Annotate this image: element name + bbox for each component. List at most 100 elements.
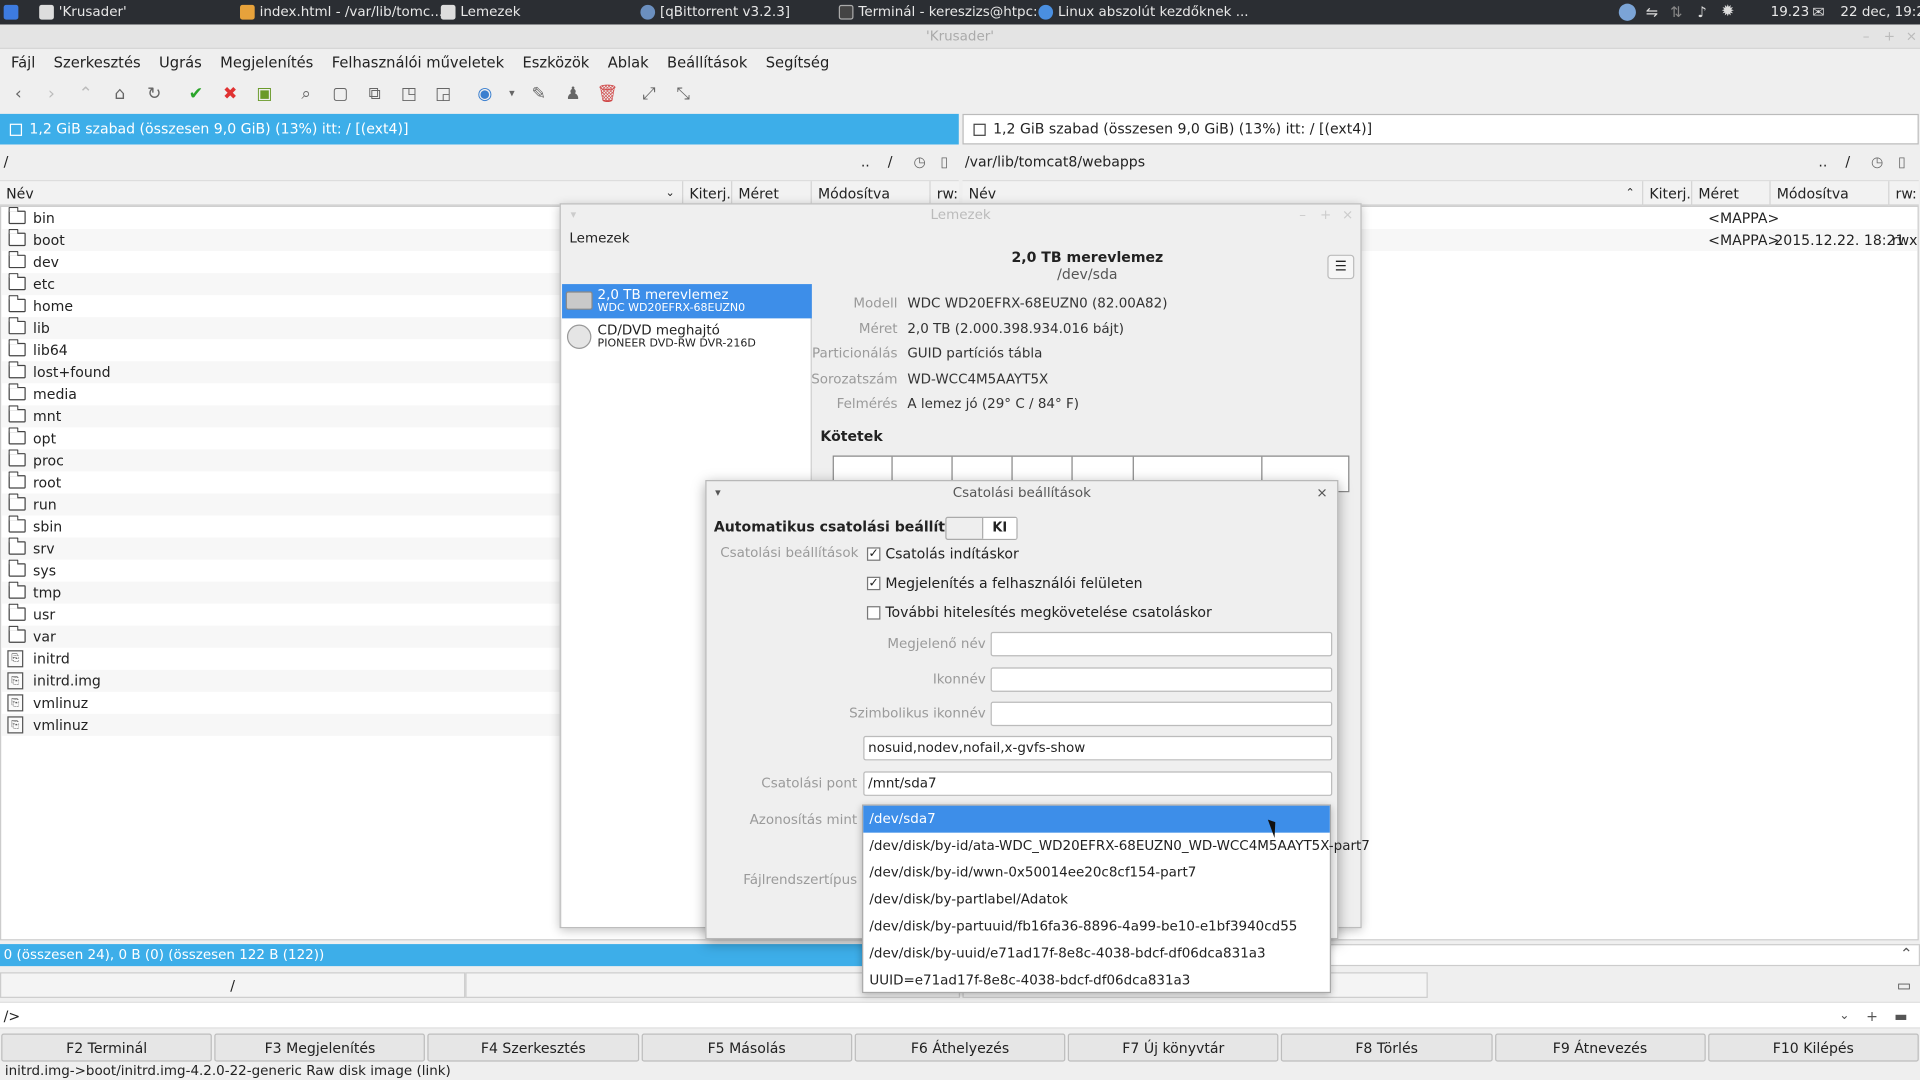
identify-as-dropdown[interactable]: /dev/sda7 /dev/disk/by-id/ata-WDC_WD20EF… [862, 804, 1370, 994]
menu-edit[interactable]: Szerkesztés [46, 54, 148, 71]
mount-options-field[interactable]: nosuid,nodev,nofail,x-gvfs-show [863, 735, 1333, 761]
menu-settings[interactable]: Beállítások [660, 54, 755, 71]
left-path-button[interactable]: / [0, 972, 466, 998]
close-icon[interactable]: × [1342, 204, 1353, 226]
user-icon[interactable]: ♟ [562, 83, 584, 105]
dropdown-option[interactable]: /dev/sda7 [863, 805, 1330, 833]
minimize-icon[interactable]: – [1856, 24, 1876, 48]
f3-view-button[interactable]: F3 Megjelenítés [214, 1033, 426, 1062]
col-name[interactable]: Név ⌃ [962, 181, 1642, 205]
f4-edit-button[interactable]: F4 Szerkesztés [427, 1033, 639, 1062]
window-menu-icon[interactable]: ▾ [571, 204, 577, 226]
col-ext[interactable]: Kiterj. [1642, 181, 1691, 206]
forward-icon[interactable]: › [40, 83, 62, 105]
col-modified[interactable]: Módosítva [1769, 181, 1888, 206]
settings-gear-icon[interactable]: ✹ [1719, 3, 1736, 21]
f10-quit-button[interactable]: F10 Kilépés [1707, 1033, 1919, 1062]
network-connect-icon[interactable]: ◉ [474, 83, 496, 105]
f5-copy-button[interactable]: F5 Másolás [641, 1033, 853, 1062]
dropdown-option[interactable]: /dev/disk/by-partuuid/fb16fa36-8896-4a99… [863, 913, 1330, 940]
task-editor[interactable]: index.html - /var/lib/tomc... [240, 0, 443, 24]
new-file-icon[interactable]: ▢ [329, 83, 351, 105]
menu-go[interactable]: Ugrás [152, 54, 209, 71]
paste-icon[interactable]: ▣ [253, 83, 275, 105]
symbolic-icon-field[interactable] [990, 701, 1333, 727]
add-icon[interactable]: + [1866, 1003, 1878, 1030]
right-root-link[interactable]: / [1845, 149, 1850, 173]
sync-panels-icon[interactable]: ⤡ [672, 83, 694, 105]
transfer-icon[interactable]: ⇅ [1668, 4, 1685, 21]
history-icon[interactable]: ◷ [913, 149, 925, 173]
edit-icon[interactable]: ✎ [528, 83, 550, 105]
home-icon[interactable]: ⌂ [109, 83, 131, 105]
volume-icon[interactable]: ♪ [1693, 4, 1710, 21]
terminal-toggle-icon[interactable]: ▬ [1894, 1003, 1907, 1030]
mail-icon[interactable]: ✉ [1810, 4, 1827, 21]
swap-panels-icon[interactable]: ⤢ [638, 83, 660, 105]
menu-useractions[interactable]: Felhasználói műveletek [324, 54, 511, 71]
move-icon[interactable]: ◳ [398, 83, 420, 105]
col-rw[interactable]: rw: [1888, 181, 1919, 206]
icon-name-field[interactable] [990, 667, 1333, 692]
chevron-up-icon[interactable]: ⌃ [1900, 944, 1913, 962]
left-root-link[interactable]: / [888, 149, 893, 173]
require-auth-checkbox[interactable] [866, 606, 881, 620]
show-in-ui-checkbox[interactable]: ✓ [866, 576, 881, 591]
dropdown-option[interactable]: /dev/disk/by-id/ata-WDC_WD20EFRX-68EUZN0… [863, 833, 1369, 860]
task-qbittorrent[interactable]: [qBittorrent v3.2.3] [640, 0, 790, 24]
copy-icon[interactable]: ⧉ [364, 83, 386, 105]
refresh-icon[interactable]: ↻ [143, 83, 165, 105]
back-icon[interactable]: ‹ [7, 83, 29, 105]
menu-tools[interactable]: Eszközök [515, 54, 597, 71]
dropdown-option[interactable]: /dev/disk/by-partlabel/Adatok [863, 887, 1330, 914]
maximize-icon[interactable]: + [1880, 24, 1900, 48]
col-modified[interactable]: Módosítva [810, 181, 930, 206]
task-krusader[interactable]: 'Krusader' [39, 0, 127, 24]
new-tab-icon[interactable]: ▭ [1897, 976, 1911, 994]
left-parent-link[interactable]: .. [861, 149, 870, 173]
dropdown-option[interactable]: UUID=e71ad17f-8e8c-4038-bdcf-df06dca831a… [863, 967, 1330, 994]
task-terminal[interactable]: Terminál - kereszizs@htpc: ~ [838, 0, 1053, 24]
unselect-icon[interactable]: ✖ [219, 83, 241, 105]
task-browser[interactable]: Linux abszolút kezdőknek ... [1038, 0, 1249, 24]
left-path-bar[interactable]: / .. / ◷ ▯ [4, 149, 959, 173]
menu-window[interactable]: Ablak [600, 54, 656, 71]
mount-point-field[interactable]: /mnt/sda7 [863, 771, 1333, 796]
f6-move-button[interactable]: F6 Áthelyezés [854, 1033, 1066, 1062]
network-icon[interactable]: ⇋ [1643, 4, 1660, 21]
select-all-icon[interactable]: ✔ [185, 83, 207, 105]
clock[interactable]: 22 dec, 19:23 [1840, 0, 1920, 24]
app-menu-button[interactable] [3, 0, 19, 24]
f9-rename-button[interactable]: F9 Átnevezés [1494, 1033, 1706, 1062]
maximize-icon[interactable]: + [1320, 204, 1331, 226]
up-icon[interactable]: ⌃ [75, 83, 97, 105]
col-size[interactable]: Méret [731, 181, 811, 206]
task-disks[interactable]: Lemezek [440, 0, 521, 24]
close-icon[interactable]: × [1902, 24, 1920, 48]
keyboard-layout-icon[interactable] [1618, 3, 1636, 21]
menu-file[interactable]: Fájl [4, 54, 43, 71]
trash-icon[interactable]: 🗑︎ [596, 83, 618, 105]
search-icon[interactable]: ⌕ [295, 83, 317, 105]
f8-delete-button[interactable]: F8 Törlés [1281, 1033, 1493, 1062]
bookmark-icon[interactable]: ▯ [940, 149, 948, 173]
right-parent-link[interactable]: .. [1818, 149, 1827, 173]
menu-view[interactable]: Megjelenítés [213, 54, 321, 71]
menu-help[interactable]: Segítség [758, 54, 836, 71]
col-ext[interactable]: Kiterj. [682, 181, 731, 206]
chevron-down-icon[interactable]: ▾ [501, 83, 523, 105]
col-rw[interactable]: rw: [929, 181, 958, 206]
f7-mkdir-button[interactable]: F7 Új könyvtár [1067, 1033, 1279, 1062]
window-menu-icon[interactable]: ▾ [715, 481, 721, 505]
auto-mount-toggle[interactable]: KI [945, 516, 1018, 541]
minimize-icon[interactable]: – [1299, 204, 1306, 226]
hamburger-menu-icon[interactable]: ☰ [1327, 254, 1355, 280]
history-icon[interactable]: ◷ [1871, 149, 1883, 173]
mount-at-startup-checkbox[interactable]: ✓ [866, 547, 881, 561]
command-line[interactable]: /> ⌄ + ▬ [0, 1001, 1920, 1030]
display-name-field[interactable] [990, 631, 1333, 657]
rename-icon[interactable]: ◲ [432, 83, 454, 105]
col-size[interactable]: Méret [1691, 181, 1769, 206]
dropdown-option[interactable]: /dev/disk/by-uuid/e71ad17f-8e8c-4038-bdc… [863, 940, 1330, 967]
col-name[interactable]: Név ⌄ [0, 181, 682, 205]
